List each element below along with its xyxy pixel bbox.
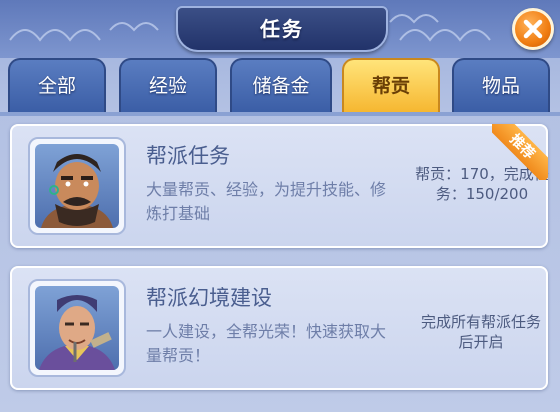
close-icon [523, 19, 543, 39]
quest-card-guild-illusion[interactable]: 帮派幻境建设 一人建设，全帮光荣！快速获取大量帮贡！ 完成所有帮派任务后开启 [10, 266, 548, 390]
tab-experience[interactable]: 经验 [119, 58, 217, 112]
tab-items[interactable]: 物品 [452, 58, 550, 112]
close-button[interactable] [512, 8, 554, 50]
bearded-warrior-portrait [35, 144, 119, 228]
task-window: 任务 全部 经验 储备金 帮贡 物品 帮派任务 大量帮贡、经验，为提升技能、修炼… [0, 0, 560, 412]
tab-guild-contribution[interactable]: 帮贡 [342, 58, 440, 112]
portrait-frame [28, 279, 126, 377]
old-scholar-portrait [35, 286, 119, 370]
quest-title: 帮派幻境建设 [146, 286, 272, 310]
quest-status: 完成所有帮派任务后开启 [420, 313, 541, 351]
portrait-frame [28, 137, 126, 235]
tab-all[interactable]: 全部 [8, 58, 106, 112]
window-title: 任务 [260, 17, 304, 41]
recommend-badge-label: 推荐 [492, 124, 548, 180]
quest-description: 一人建设，全帮光荣！快速获取大量帮贡！ [146, 322, 387, 365]
recommend-badge: 推荐 [492, 124, 548, 180]
quest-card-guild-task[interactable]: 帮派任务 大量帮贡、经验，为提升技能、修炼打基础 帮贡：170，完成任务：150… [10, 124, 549, 248]
tab-reserve-gold[interactable]: 储备金 [230, 58, 332, 112]
quest-description: 大量帮贡、经验，为提升技能、修炼打基础 [146, 180, 387, 223]
quest-title: 帮派任务 [146, 144, 230, 168]
tab-divider [0, 112, 560, 116]
tab-bar: 全部 经验 储备金 帮贡 物品 [8, 58, 560, 114]
